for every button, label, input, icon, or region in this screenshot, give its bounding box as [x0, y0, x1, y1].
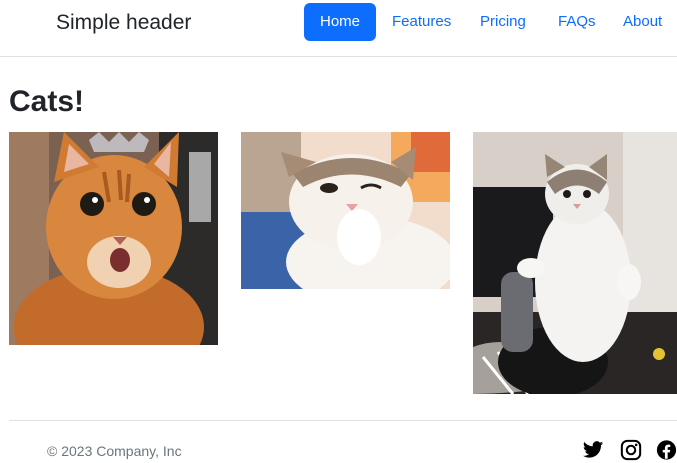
- cat-image-winking: [241, 132, 450, 289]
- nav-features[interactable]: Features: [392, 3, 451, 41]
- brand-link[interactable]: Simple header: [56, 10, 191, 36]
- copyright-text: © 2023 Company, Inc: [47, 443, 182, 459]
- site-header: Simple header Home Features Pricing FAQs…: [0, 0, 677, 57]
- instagram-icon[interactable]: [620, 439, 642, 461]
- nav-pricing[interactable]: Pricing: [480, 3, 526, 41]
- cat-image-orange-tabby: [9, 132, 218, 345]
- nav-about[interactable]: About: [623, 3, 662, 41]
- nav-home[interactable]: Home: [304, 3, 377, 41]
- facebook-icon[interactable]: [656, 439, 677, 461]
- nav-faqs[interactable]: FAQs: [558, 3, 596, 41]
- page-title: Cats!: [9, 85, 85, 118]
- footer-divider: [9, 420, 677, 421]
- page: Simple header Home Features Pricing FAQs…: [0, 0, 677, 463]
- cat-image-standing: [473, 132, 677, 394]
- twitter-icon[interactable]: [582, 439, 604, 461]
